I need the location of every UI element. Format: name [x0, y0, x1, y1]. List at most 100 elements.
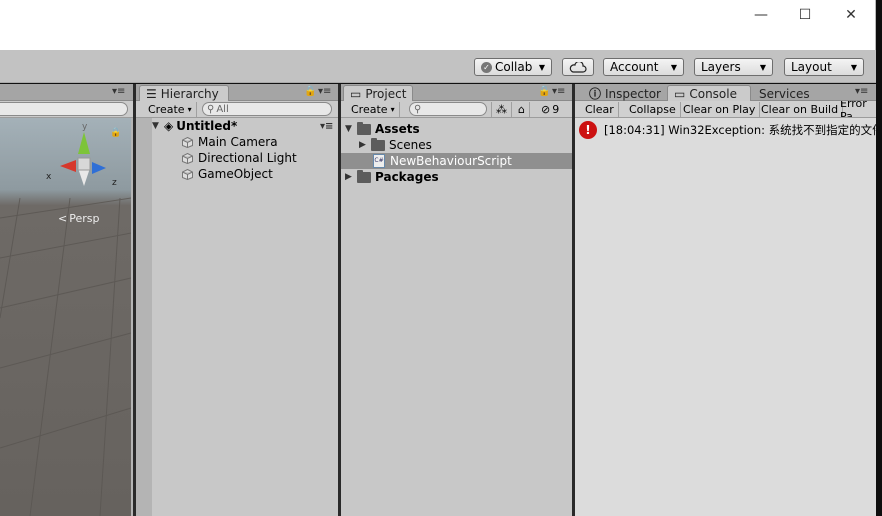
list-item[interactable]: GameObject — [182, 166, 273, 182]
layout-dropdown[interactable]: Layout ▼ — [784, 58, 864, 76]
panel-menu-icon[interactable]: ▾≡ — [112, 86, 125, 97]
hierarchy-tabbar: ☰ Hierarchy 🔒 ▾≡ — [136, 84, 338, 102]
account-dropdown[interactable]: Account ▼ — [603, 58, 684, 76]
hierarchy-search-input[interactable]: ⚲ All — [202, 102, 332, 116]
cloud-icon — [569, 61, 587, 73]
script-asset-row[interactable]: C# NewBehaviourScript — [341, 153, 572, 169]
caret-down-icon: ▼ — [538, 62, 545, 72]
persp-icon: < — [58, 212, 68, 225]
console-subbar: Clear Collapse Clear on Play Clear on Bu… — [575, 101, 876, 118]
caret-down-icon: ▾ — [187, 105, 192, 114]
collapse-triangle-icon[interactable]: ▶ — [359, 140, 371, 150]
console-panel: ⓘ Inspector ▭ Console Services ▾≡ Clear … — [572, 84, 876, 516]
panel-menu-icon[interactable]: ▾≡ — [318, 86, 331, 97]
list-icon: ☰ — [146, 87, 157, 101]
tab-console[interactable]: ▭ Console — [667, 85, 751, 102]
expand-triangle-icon[interactable]: ▼ — [345, 124, 357, 134]
search-icon: ⚲ — [414, 103, 422, 115]
scene-subbar — [0, 101, 133, 118]
assets-folder-row[interactable]: ▼ Assets — [345, 121, 420, 137]
tag-icon: ⌂ — [518, 103, 525, 116]
error-icon: ! — [579, 121, 597, 139]
tab-hierarchy[interactable]: ☰ Hierarchy — [139, 85, 229, 102]
console-tabbar: ⓘ Inspector ▭ Console Services ▾≡ — [575, 84, 876, 102]
packages-folder-row[interactable]: ▶ Packages — [345, 169, 439, 185]
window-titlebar: — ☐ ✕ — [0, 0, 876, 50]
collapse-triangle-icon[interactable]: ▶ — [345, 172, 357, 182]
hierarchy-create-button[interactable]: Create ▾ — [144, 102, 197, 117]
project-tabbar: ▭ Project 🔒 ▾≡ — [341, 84, 572, 102]
scene-axis-y-label: y — [82, 122, 88, 132]
layers-dropdown[interactable]: Layers ▼ — [694, 58, 773, 76]
clear-button[interactable]: Clear — [581, 102, 619, 117]
error-pause-button[interactable]: Error Pa — [836, 101, 876, 118]
console-message: [18:04:31] Win32Exception: 系统找不到指定的文件 — [604, 123, 876, 137]
maximize-button[interactable]: ☐ — [782, 0, 828, 30]
gameobject-cube-icon — [182, 168, 193, 180]
cloud-button[interactable] — [562, 58, 594, 76]
clear-label: Clear — [585, 103, 614, 116]
project-search-input[interactable]: ⚲ — [409, 102, 487, 116]
tab-inspector[interactable]: ⓘ Inspector — [583, 85, 667, 102]
lock-icon[interactable]: 🔒 — [110, 128, 121, 138]
collapse-button[interactable]: Collapse — [625, 102, 681, 117]
clear-on-play-button[interactable]: Clear on Play — [679, 102, 761, 117]
hidden-packages-toggle[interactable]: ⊘ 9 — [537, 102, 563, 117]
asset-label: NewBehaviourScript — [390, 154, 512, 168]
check-circle-icon: ✓ — [481, 61, 492, 73]
folder-icon — [371, 137, 385, 151]
tab-services[interactable]: Services — [753, 85, 816, 102]
folder-icon — [357, 121, 371, 135]
unity-logo-icon: ◈ — [164, 119, 174, 133]
persp-toggle[interactable]: < Persp — [58, 212, 99, 225]
close-button[interactable]: ✕ — [828, 0, 874, 30]
scene-name: Untitled* — [176, 119, 238, 133]
lock-icon[interactable]: 🔒 — [538, 86, 550, 97]
list-item[interactable]: Directional Light — [182, 150, 297, 166]
account-label: Account — [610, 60, 659, 74]
list-item[interactable]: Main Camera — [182, 134, 278, 150]
tab-console-label: Console — [689, 87, 737, 101]
expand-triangle-icon[interactable]: ▼ — [152, 121, 164, 131]
minimize-button[interactable]: — — [738, 0, 784, 30]
scene-viewport[interactable]: y x z 🔒 < Persp — [0, 118, 131, 516]
folder-label: Packages — [375, 170, 439, 184]
item-label: Directional Light — [198, 151, 297, 165]
scene-search-input[interactable] — [0, 102, 128, 116]
scene-axis-z-label: z — [112, 178, 117, 188]
clear-on-build-button[interactable]: Clear on Build — [757, 102, 844, 117]
lock-icon[interactable]: 🔒 — [304, 86, 316, 97]
scene-tabbar: ▾≡ — [0, 84, 133, 101]
gameobject-cube-icon — [182, 136, 193, 148]
scene-menu-icon[interactable]: ▾≡ — [320, 121, 333, 132]
folder-icon — [357, 169, 371, 183]
scene-root-row[interactable]: ▼ ◈ Untitled* ▾≡ — [152, 118, 338, 134]
tab-project[interactable]: ▭ Project — [343, 85, 413, 102]
item-label: Main Camera — [198, 135, 278, 149]
collab-dropdown[interactable]: ✓ Collab ▼ — [474, 58, 552, 76]
filter-by-label-button[interactable]: ⌂ — [514, 102, 530, 117]
tab-inspector-label: Inspector — [605, 86, 661, 101]
tab-project-label: Project — [365, 87, 407, 101]
hierarchy-subbar: Create ▾ ⚲ All — [136, 101, 338, 118]
error-pause-label: Error Pa — [840, 101, 867, 118]
create-label: Create — [148, 103, 185, 116]
clear-on-build-label: Clear on Build — [761, 103, 839, 116]
collab-label: Collab — [495, 60, 533, 74]
hierarchy-gutter — [136, 118, 152, 516]
caret-down-icon: ▼ — [670, 62, 677, 72]
persp-label: Persp — [69, 212, 100, 225]
scenes-folder-row[interactable]: ▶ Scenes — [359, 137, 432, 153]
console-entry[interactable]: ! [18:04:31] Win32Exception: 系统找不到指定的文件 — [579, 120, 876, 140]
search-placeholder: All — [216, 103, 229, 115]
scene-axis-x-label: x — [46, 172, 52, 182]
panel-menu-icon[interactable]: ▾≡ — [552, 86, 565, 97]
filter-by-type-button[interactable]: ⁂ — [491, 102, 512, 117]
scene-panel: ▾≡ y x z 🔒 < Persp — [0, 84, 133, 516]
filter-type-icon: ⁂ — [496, 103, 507, 116]
collapse-label: Collapse — [629, 103, 676, 116]
project-panel: ▭ Project 🔒 ▾≡ Create ▾ ⚲ ⁂ ⌂ ⊘ 9 ▼ Asset… — [338, 84, 572, 516]
window-edge — [876, 0, 882, 516]
project-create-button[interactable]: Create ▾ — [347, 102, 400, 117]
panel-menu-icon[interactable]: ▾≡ — [855, 86, 868, 97]
